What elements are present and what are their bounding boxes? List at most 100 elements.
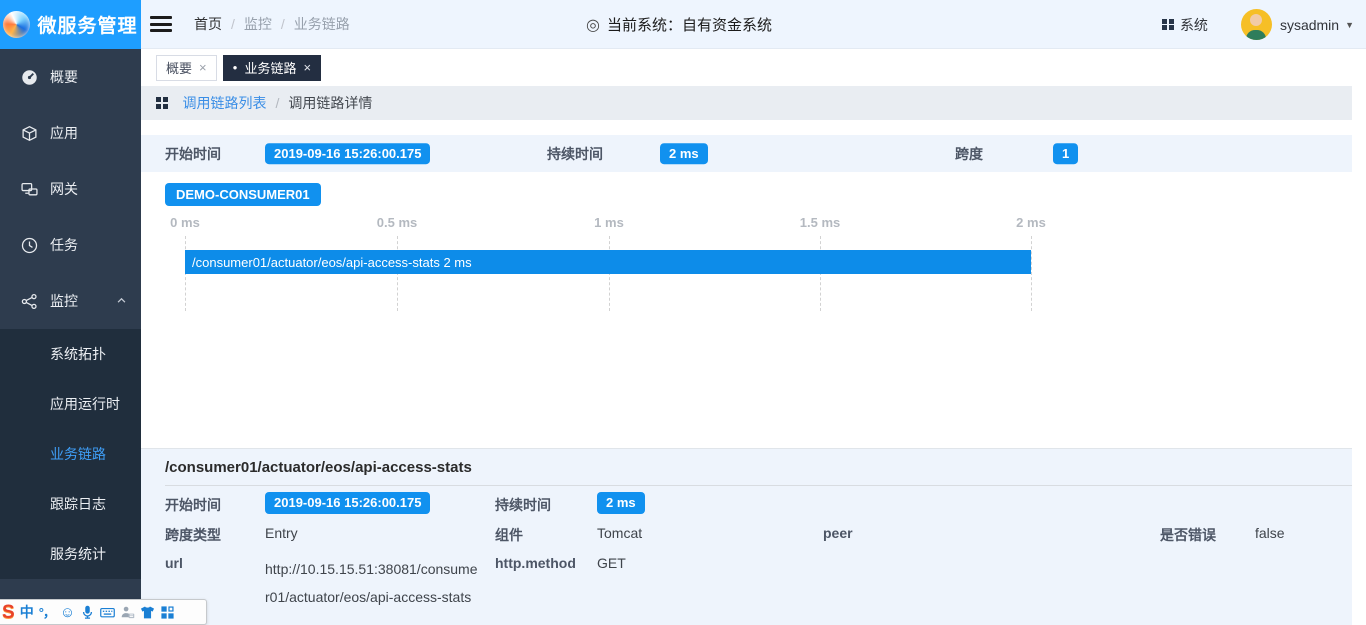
ime-chinese-mode[interactable]: 中 — [20, 605, 34, 619]
current-system-text: 当前系统：自有资金系统 — [607, 14, 772, 35]
axis-tick: 1 ms — [594, 215, 624, 230]
span-label: 跨度 — [955, 144, 983, 164]
breadcrumb-trace-list[interactable]: 调用链路列表 — [183, 93, 267, 113]
system-grid-icon[interactable] — [1162, 19, 1174, 31]
sidebar-item-tasks[interactable]: 任务 — [0, 217, 141, 273]
breadcrumb-home[interactable]: 首页 — [194, 14, 222, 34]
duration-badge: 2 ms — [660, 143, 708, 165]
caret-down-icon[interactable]: ▼ — [1345, 20, 1354, 30]
logo-swirl-icon — [3, 11, 30, 38]
avatar[interactable] — [1241, 9, 1272, 40]
breadcrumb-separator: / — [231, 16, 235, 32]
ime-punctuation[interactable]: °， — [39, 606, 55, 619]
sub-item-label: 跟踪日志 — [50, 494, 106, 514]
component-label: 组件 — [495, 525, 523, 545]
component-value: Tomcat — [597, 525, 642, 541]
axis-tick: 0.5 ms — [377, 215, 417, 230]
sub-item-label: 应用运行时 — [50, 394, 120, 414]
hamburger-menu-icon[interactable] — [150, 14, 176, 34]
tab-bar: 概要 × ● 业务链路 × — [141, 49, 1366, 86]
breadcrumb-trace-detail: 调用链路详情 — [288, 93, 372, 113]
duration-badge: 2 ms — [597, 492, 645, 514]
trace-timeline-panel: DEMO-CONSUMER01 0 ms 0.5 ms 1 ms 1.5 ms … — [141, 172, 1366, 448]
sidebar: 概要 应用 网关 任务 监控 系统拓扑 应用运行时 业务链路 跟踪日志 服务统计 — [0, 49, 141, 625]
start-time-label: 开始时间 — [165, 495, 221, 515]
app-title: 微服务管理 — [37, 11, 137, 38]
start-time-label: 开始时间 — [165, 144, 221, 164]
breadcrumb-separator: / — [276, 95, 280, 111]
sidebar-item-trace-log[interactable]: 跟踪日志 — [0, 479, 141, 529]
axis-tick: 0 ms — [170, 215, 200, 230]
tab-overview[interactable]: 概要 × — [156, 55, 217, 81]
breadcrumb-monitor[interactable]: 监控 — [244, 14, 272, 34]
url-label: url — [165, 555, 183, 571]
chevron-up-icon[interactable] — [116, 293, 127, 309]
start-time-badge: 2019-09-16 15:26:00.175 — [265, 492, 430, 514]
keyboard-icon[interactable] — [100, 605, 115, 620]
breadcrumb-current: 业务链路 — [294, 14, 350, 34]
span-type-value: Entry — [265, 525, 298, 541]
sub-item-label: 系统拓扑 — [50, 344, 106, 364]
sidebar-item-runtime[interactable]: 应用运行时 — [0, 379, 141, 429]
emoji-icon[interactable]: ☺ — [60, 605, 75, 620]
duration-label: 持续时间 — [547, 144, 603, 164]
sidebar-item-label: 概要 — [50, 67, 78, 87]
sidebar-item-service-stats[interactable]: 服务统计 — [0, 529, 141, 579]
close-icon[interactable]: × — [199, 60, 207, 75]
tab-label: 业务链路 — [244, 58, 296, 77]
active-dot-icon: ● — [233, 63, 238, 72]
trace-summary-row: 开始时间 2019-09-16 15:26:00.175 持续时间 2 ms 跨… — [141, 135, 1352, 172]
span-type-label: 跨度类型 — [165, 525, 221, 545]
tab-trace[interactable]: ● 业务链路 × — [223, 55, 321, 81]
sogou-logo-icon[interactable]: S — [2, 603, 15, 622]
sidebar-item-gateway[interactable]: 网关 — [0, 161, 141, 217]
share-nodes-icon — [21, 293, 38, 310]
start-time-badge: 2019-09-16 15:26:00.175 — [265, 143, 430, 165]
page-breadcrumb: 调用链路列表 / 调用链路详情 — [141, 86, 1352, 120]
grid-icon — [156, 97, 168, 109]
system-button[interactable]: 系统 — [1180, 15, 1208, 35]
clock-icon — [21, 237, 38, 254]
sidebar-item-overview[interactable]: 概要 — [0, 49, 141, 105]
span-bar[interactable]: /consumer01/actuator/eos/api-access-stat… — [185, 250, 1031, 274]
top-breadcrumb: 首页 / 监控 / 业务链路 — [194, 14, 350, 34]
app-root: 微服务管理 首页 / 监控 / 业务链路 ◎ 当前系统：自有资金系统 系统 sy… — [0, 0, 1366, 625]
sub-item-label: 服务统计 — [50, 544, 106, 564]
main-content: 概要 × ● 业务链路 × 调用链路列表 / 调用链路详情 开始时间 2019-… — [141, 49, 1366, 625]
user-settings-icon[interactable] — [120, 605, 135, 620]
top-header: 微服务管理 首页 / 监控 / 业务链路 ◎ 当前系统：自有资金系统 系统 sy… — [0, 0, 1366, 49]
close-icon[interactable]: × — [303, 60, 311, 75]
microphone-icon[interactable] — [80, 605, 95, 620]
eye-icon: ◎ — [586, 15, 600, 35]
toolbox-grid-icon[interactable] — [160, 605, 175, 620]
service-badge[interactable]: DEMO-CONSUMER01 — [165, 183, 321, 206]
is-error-label: 是否错误 — [1160, 525, 1216, 545]
breadcrumb-separator: / — [281, 16, 285, 32]
url-value: http://10.15.15.51:38081/consumer01/actu… — [265, 555, 481, 611]
sidebar-item-apps[interactable]: 应用 — [0, 105, 141, 161]
sidebar-item-topology[interactable]: 系统拓扑 — [0, 329, 141, 379]
sidebar-item-monitor[interactable]: 监控 — [0, 273, 141, 329]
app-logo: 微服务管理 — [0, 0, 141, 49]
skin-shirt-icon[interactable] — [140, 605, 155, 620]
axis-gridline — [1031, 236, 1032, 311]
sidebar-item-label: 网关 — [50, 179, 78, 199]
http-method-label: http.method — [495, 555, 576, 571]
dashboard-icon — [21, 69, 38, 86]
http-method-value: GET — [597, 555, 626, 571]
span-detail-section: /consumer01/actuator/eos/api-access-stat… — [141, 448, 1352, 625]
duration-label: 持续时间 — [495, 495, 551, 515]
header-right: 系统 sysadmin ▼ — [1162, 0, 1354, 49]
span-detail-title: /consumer01/actuator/eos/api-access-stat… — [165, 449, 1352, 486]
sub-item-label: 业务链路 — [50, 444, 106, 464]
username[interactable]: sysadmin — [1280, 17, 1339, 33]
tab-label: 概要 — [166, 58, 192, 77]
current-system-banner: ◎ 当前系统：自有资金系统 — [586, 0, 772, 49]
sidebar-submenu-monitor: 系统拓扑 应用运行时 业务链路 跟踪日志 服务统计 — [0, 329, 141, 579]
axis-tick: 1.5 ms — [800, 215, 840, 230]
sidebar-item-label: 任务 — [50, 235, 78, 255]
axis-tick: 2 ms — [1016, 215, 1046, 230]
gateway-icon — [21, 181, 38, 198]
is-error-value: false — [1255, 525, 1285, 541]
sidebar-item-trace[interactable]: 业务链路 — [0, 429, 141, 479]
